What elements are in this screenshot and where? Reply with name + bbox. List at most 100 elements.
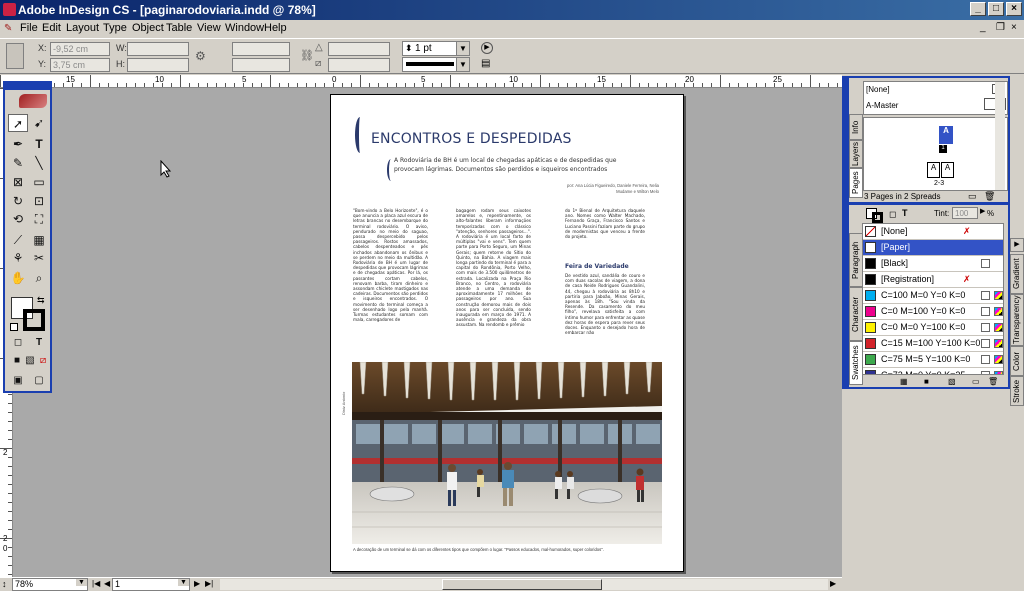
expand-panel-icon[interactable]: ▶ bbox=[1010, 238, 1024, 252]
bus-station-photo[interactable] bbox=[352, 362, 662, 544]
menu-edit[interactable]: Edit bbox=[42, 22, 61, 34]
menu-table[interactable]: Table bbox=[166, 22, 192, 34]
tab-gradient[interactable]: Gradient bbox=[1010, 254, 1024, 294]
preview-mode-icon[interactable]: ▢ bbox=[29, 372, 49, 390]
rotation-field[interactable] bbox=[328, 42, 390, 56]
document-page[interactable]: ENCONTROS E DESPEDIDAS A Rodoviária de B… bbox=[330, 94, 684, 572]
rectangle-frame-tool-icon[interactable]: ⊠ bbox=[8, 173, 28, 191]
rectangle-tool-icon[interactable]: ▭ bbox=[29, 173, 49, 191]
stroke-type-dropdown[interactable]: ▼ bbox=[402, 57, 470, 72]
scale-y-field[interactable] bbox=[232, 58, 290, 72]
last-page-icon[interactable]: ▶| bbox=[205, 579, 213, 588]
tab-transparency[interactable]: Transparency bbox=[1010, 294, 1024, 346]
container-icon[interactable]: ◻ bbox=[889, 209, 896, 220]
tab-pages[interactable]: Pages bbox=[849, 168, 863, 198]
text-column-2[interactable]: bagagem rodam seus caixotes amarelos e, … bbox=[456, 208, 531, 358]
page-field[interactable]: 1 ▼ bbox=[112, 578, 190, 591]
next-page-icon[interactable]: ▶ bbox=[194, 579, 200, 588]
maximize-button[interactable]: □ bbox=[988, 2, 1004, 16]
swatch-row[interactable]: [Paper] bbox=[863, 240, 1003, 256]
height-field[interactable] bbox=[127, 58, 189, 72]
tint-slider-icon[interactable]: ▶ bbox=[980, 207, 985, 215]
y-field[interactable]: 3,75 cm bbox=[50, 58, 110, 72]
menu-file[interactable]: File bbox=[20, 22, 38, 34]
page-3-thumbnail[interactable]: A bbox=[941, 162, 954, 178]
minimize-button[interactable]: _ bbox=[970, 2, 986, 16]
normal-view-mode-icon[interactable]: ▣ bbox=[8, 372, 28, 390]
trash-icon[interactable]: 🗑 bbox=[984, 191, 995, 202]
line-tool-icon[interactable]: ╲ bbox=[29, 154, 49, 172]
button-tool-icon[interactable]: ⚘ bbox=[8, 249, 28, 267]
master-a[interactable]: A-Master bbox=[866, 101, 898, 110]
pages-section[interactable]: A 1 A A 2-3 bbox=[863, 117, 1008, 191]
gradient-tool-icon[interactable]: ▦ bbox=[29, 231, 49, 249]
swatch-row[interactable]: C=15 M=100 Y=100 K=0 bbox=[863, 336, 1003, 352]
close-button[interactable]: × bbox=[1006, 2, 1022, 16]
zoom-tool-icon[interactable]: ⌕ bbox=[29, 269, 49, 287]
horizontal-scrollbar[interactable] bbox=[220, 579, 828, 590]
menu-type[interactable]: Type bbox=[103, 22, 127, 34]
page-2-thumbnail[interactable]: A bbox=[927, 162, 940, 178]
tools-panel-titlebar[interactable] bbox=[5, 83, 50, 90]
selection-tool-icon[interactable]: ➚ bbox=[8, 114, 28, 132]
tab-info[interactable]: Info bbox=[849, 114, 863, 140]
tab-color[interactable]: Color bbox=[1010, 346, 1024, 376]
text-column-1[interactable]: "Bom-vindo a Belo Horizonte", é o que an… bbox=[353, 208, 428, 358]
show-color-swatches-icon[interactable]: ■ bbox=[924, 377, 929, 386]
doc-minimize-button[interactable]: _ bbox=[980, 22, 986, 33]
text-column-3a[interactable]: do 1º Bienal de Arquitetura daquele ano.… bbox=[565, 208, 645, 248]
swatch-row[interactable]: C=0 M=100 Y=0 K=0 bbox=[863, 304, 1003, 320]
tab-character-styles[interactable]: Character Styles bbox=[849, 287, 872, 341]
stroke-proxy-icon[interactable] bbox=[872, 212, 883, 223]
play-icon[interactable]: ▶ bbox=[481, 42, 493, 54]
first-page-icon[interactable]: |◀ bbox=[92, 579, 100, 588]
stroke-swatch[interactable] bbox=[23, 309, 45, 331]
doc-restore-button[interactable]: ❐ bbox=[996, 22, 1005, 33]
pencil-tool-icon[interactable]: ✎ bbox=[8, 154, 28, 172]
master-none[interactable]: [None] bbox=[866, 85, 890, 94]
swatch-row[interactable]: C=75 M=5 Y=100 K=0 bbox=[863, 352, 1003, 368]
menu-help[interactable]: Help bbox=[264, 22, 287, 34]
scale-x-field[interactable] bbox=[232, 42, 290, 56]
doc-close-button[interactable]: × bbox=[1011, 22, 1017, 33]
shear-field[interactable] bbox=[328, 58, 390, 72]
link-icon[interactable]: ⛓ bbox=[300, 49, 314, 62]
masters-section[interactable]: [None] A-Master bbox=[863, 81, 1008, 115]
menu-view[interactable]: View bbox=[197, 22, 221, 34]
new-swatch-icon[interactable]: ▭ bbox=[972, 377, 980, 386]
reference-point-icon[interactable] bbox=[6, 43, 24, 69]
tab-paragraph-styles[interactable]: Paragraph Styles bbox=[849, 233, 872, 287]
rotate-tool-icon[interactable]: ↻ bbox=[8, 192, 28, 210]
free-transform-tool-icon[interactable]: ⛶ bbox=[29, 210, 49, 228]
swatch-list[interactable]: [None] ✗ [Paper] [Black] [Registration] ✗ C=10… bbox=[862, 223, 1004, 375]
stroke-weight-dropdown[interactable]: ⬍ 1 pt ▼ bbox=[402, 41, 470, 56]
scale-tool-icon[interactable]: ⊡ bbox=[29, 192, 49, 210]
swatch-row[interactable]: C=0 M=0 Y=100 K=0 bbox=[863, 320, 1003, 336]
shear-tool-icon[interactable]: ⟲ bbox=[8, 210, 28, 228]
show-gradient-swatches-icon[interactable]: ▧ bbox=[948, 377, 956, 386]
formatting-container-icon[interactable]: ◻ bbox=[8, 334, 28, 352]
default-fill-stroke-icon[interactable] bbox=[10, 323, 18, 331]
text-formatting-icon[interactable]: T bbox=[902, 208, 908, 218]
pages-scrollbar[interactable] bbox=[995, 82, 1005, 190]
new-page-icon[interactable]: ▭ bbox=[968, 191, 977, 202]
constrain-proportions-icon[interactable]: ⚙ bbox=[195, 49, 206, 63]
tint-field[interactable]: 100 bbox=[952, 207, 978, 219]
menu-layout[interactable]: Layout bbox=[66, 22, 99, 34]
x-field[interactable]: -9,52 cm bbox=[50, 42, 110, 56]
swatch-row[interactable]: [Black] bbox=[863, 256, 1003, 272]
show-all-swatches-icon[interactable]: ▦ bbox=[900, 377, 908, 386]
scissors-tool-icon[interactable]: ✂ bbox=[29, 249, 49, 267]
eyedropper-tool-icon[interactable]: ⟋ bbox=[8, 231, 28, 249]
swatch-row[interactable]: C=100 M=0 Y=0 K=0 bbox=[863, 288, 1003, 304]
width-field[interactable] bbox=[127, 42, 189, 56]
delete-swatch-icon[interactable]: 🗑 bbox=[988, 377, 998, 386]
formatting-text-icon[interactable]: T bbox=[29, 334, 49, 352]
type-tool-icon[interactable]: T bbox=[29, 135, 49, 153]
apply-none-icon[interactable]: ⧄ bbox=[33, 352, 53, 370]
direct-selection-tool-icon[interactable]: ➹ bbox=[29, 114, 49, 132]
menu-object[interactable]: Object bbox=[132, 22, 164, 34]
swap-fill-stroke-icon[interactable]: ⇆ bbox=[37, 295, 45, 306]
text-column-3b[interactable]: De vestido azul, sandália de couro e com… bbox=[565, 273, 645, 359]
scroll-right-icon[interactable]: ▶ bbox=[830, 579, 836, 588]
